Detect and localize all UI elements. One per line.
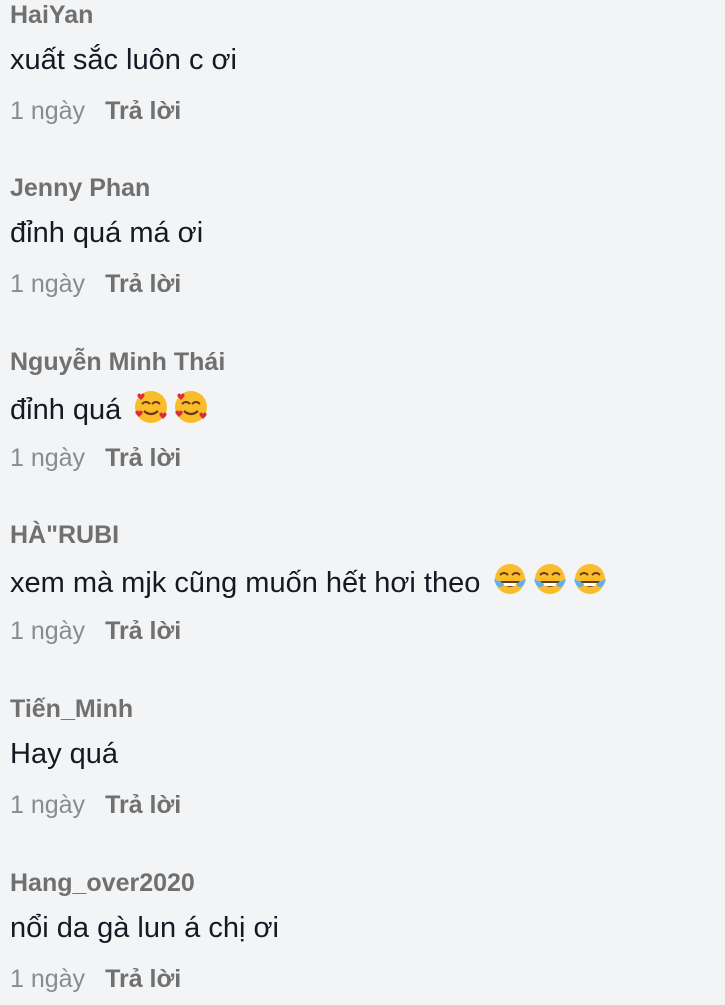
comment-text: Hay quá: [10, 738, 119, 770]
smiling-face-with-hearts-emoji-icon: [133, 389, 169, 425]
reply-button[interactable]: Trả lời: [105, 444, 181, 472]
comment-meta: 1 ngày Trả lời: [10, 964, 181, 994]
comment-text: đỉnh quá má ơi: [10, 217, 204, 249]
reply-button[interactable]: Trả lời: [105, 791, 181, 819]
comment-meta: 1 ngày Trả lời: [10, 96, 181, 126]
comment-username[interactable]: Jenny Phan: [10, 173, 150, 203]
comment-meta: 1 ngày Trả lời: [10, 269, 181, 299]
smiling-face-with-hearts-emoji-icon: [173, 389, 209, 425]
comment-time: 1 ngày: [10, 97, 86, 125]
comment-time: 1 ngày: [10, 965, 86, 993]
comment-time: 1 ngày: [10, 791, 86, 819]
tears-of-joy-emoji-icon: [532, 562, 568, 598]
comment-meta: 1 ngày Trả lời: [10, 616, 181, 646]
comment-username[interactable]: Hang_over2020: [10, 868, 195, 898]
comment-meta: 1 ngày Trả lời: [10, 443, 181, 473]
reply-button[interactable]: Trả lời: [105, 97, 181, 125]
comment-meta: 1 ngày Trả lời: [10, 790, 181, 820]
comment-text: đỉnh quá: [10, 389, 209, 428]
comment-text: xuất sắc luôn c ơi: [10, 44, 237, 76]
comment-username[interactable]: HÀ"RUBI: [10, 520, 119, 550]
reply-button[interactable]: Trả lời: [105, 617, 181, 645]
comment-username[interactable]: Tiến_Minh: [10, 694, 133, 724]
comment-time: 1 ngày: [10, 617, 86, 645]
comment-text: xem mà mjk cũng muốn hết hơi theo: [10, 562, 608, 601]
tears-of-joy-emoji-icon: [492, 562, 528, 598]
tears-of-joy-emoji-icon: [572, 562, 608, 598]
reply-button[interactable]: Trả lời: [105, 965, 181, 993]
reply-button[interactable]: Trả lời: [105, 270, 181, 298]
comment-list: HaiYan xuất sắc luôn c ơi 1 ngày Trả lời …: [0, 0, 725, 1005]
comment-username[interactable]: Nguyễn Minh Thái: [10, 347, 225, 377]
comment-time: 1 ngày: [10, 444, 86, 472]
comment-time: 1 ngày: [10, 270, 86, 298]
comment-username[interactable]: HaiYan: [10, 0, 93, 30]
comment-text: nổi da gà lun á chị ơi: [10, 912, 279, 944]
